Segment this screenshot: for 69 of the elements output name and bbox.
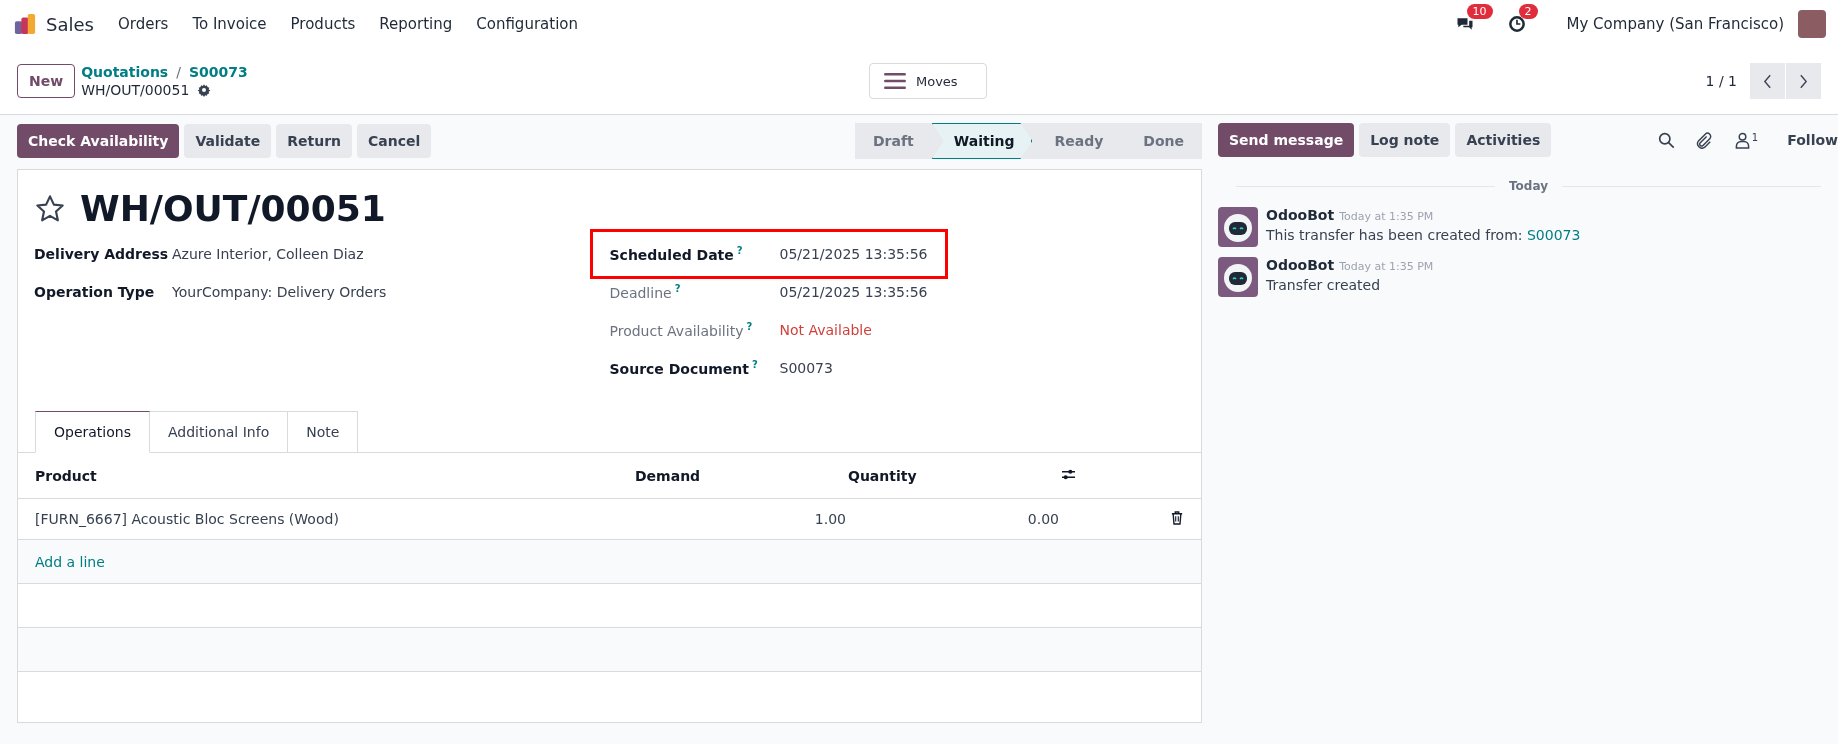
follow-button[interactable]: Follow xyxy=(1777,123,1838,157)
chatter-button[interactable]: Send message xyxy=(1218,123,1355,157)
notebook-tab[interactable]: Note xyxy=(288,411,359,453)
action-button[interactable]: Check Availability xyxy=(17,124,180,158)
field-value[interactable]: Not Available xyxy=(779,322,872,338)
table-cell: [FURN_6667] Acoustic Bloc Screens (Wood) xyxy=(18,498,634,540)
field-label: Delivery Address xyxy=(34,246,170,262)
table-cell: 0.00 xyxy=(847,498,1060,540)
company-switcher[interactable]: My Company (San Francisco) xyxy=(1566,15,1784,33)
field-label: Source Document $^{?}$ xyxy=(609,359,759,377)
action-button[interactable]: Cancel xyxy=(357,124,432,158)
field-label: Scheduled Date $^{?}$ xyxy=(609,245,744,263)
app-logo-icon[interactable] xyxy=(14,13,36,35)
menu-item[interactable]: To Invoice xyxy=(192,15,267,33)
field-value[interactable]: 05/21/2025 13:35:56 xyxy=(779,246,928,262)
breadcrumb-link[interactable]: Quotations xyxy=(81,64,169,80)
robot-avatar-icon xyxy=(1218,257,1258,297)
status-step[interactable]: Waiting xyxy=(931,123,1033,159)
field-value[interactable]: YourCompany: Delivery Orders xyxy=(172,284,387,300)
field-value[interactable]: S00073 xyxy=(779,360,833,376)
menu-item[interactable]: Reporting xyxy=(379,15,453,33)
chatter-button[interactable]: Activities xyxy=(1455,123,1552,157)
column-header[interactable]: Product xyxy=(18,453,634,499)
message-count-badge: 10 xyxy=(1466,4,1493,19)
breadcrumb-separator: / xyxy=(176,64,181,80)
message-author[interactable]: OdooBot xyxy=(1266,207,1335,223)
pager-counter: 1 / 1 xyxy=(1705,73,1737,89)
chatter-button[interactable]: Log note xyxy=(1359,123,1451,157)
message-author[interactable]: OdooBot xyxy=(1266,257,1335,273)
message-text: This transfer has been created from: S00073 xyxy=(1266,227,1581,243)
menu-item[interactable]: Orders xyxy=(117,15,169,33)
clock-icon[interactable] xyxy=(1506,14,1527,34)
sliders-icon[interactable] xyxy=(1061,467,1076,481)
robot-avatar-icon xyxy=(1218,207,1258,247)
action-button[interactable]: Return xyxy=(276,124,352,158)
record-title: WH/OUT/00051 xyxy=(80,188,386,229)
trash-icon[interactable] xyxy=(1171,510,1183,525)
field-value[interactable]: Azure Interior, Colleen Diaz xyxy=(172,246,364,262)
field-value[interactable]: 05/21/2025 13:35:56 xyxy=(779,284,928,300)
search-icon[interactable] xyxy=(1657,131,1675,149)
column-header[interactable]: Demand xyxy=(634,453,847,499)
column-header[interactable]: Quantity xyxy=(847,453,1060,499)
menu-icon xyxy=(884,72,906,90)
followers-count: 1 xyxy=(1751,131,1759,143)
chevron-right-icon xyxy=(1799,73,1808,89)
record-name: WH/OUT/00051 xyxy=(81,82,190,98)
person-icon[interactable] xyxy=(1734,131,1750,149)
add-line-link[interactable]: Add a line xyxy=(35,553,105,570)
table-cell: 1.00 xyxy=(634,498,847,540)
message-text: Transfer created xyxy=(1266,277,1382,293)
gear-icon[interactable] xyxy=(197,83,212,97)
record-link[interactable]: S00073 xyxy=(1526,227,1581,243)
moves-button[interactable]: Moves xyxy=(869,63,987,99)
field-label: Product Availability $^{?}$ xyxy=(609,321,754,339)
activity-count-badge: 2 xyxy=(1518,4,1538,19)
chevron-left-icon xyxy=(1763,73,1772,89)
menu-item[interactable]: Products xyxy=(290,15,356,33)
date-separator: Today xyxy=(1509,179,1548,193)
breadcrumb-link[interactable]: S00073 xyxy=(188,64,248,80)
field-label: Deadline $^{?}$ xyxy=(609,283,682,301)
notebook-tab[interactable]: Operations xyxy=(35,411,150,453)
notebook-tab[interactable]: Additional Info xyxy=(149,411,289,453)
message-time: Today at 1:35 PM xyxy=(1339,260,1434,273)
app-name[interactable]: Sales xyxy=(46,13,94,35)
action-button[interactable]: Validate xyxy=(184,124,272,158)
message-time: Today at 1:35 PM xyxy=(1339,210,1434,223)
menu-item[interactable]: Configuration xyxy=(476,15,578,33)
new-button[interactable]: New xyxy=(17,64,76,98)
field-label: Operation Type xyxy=(34,284,156,300)
